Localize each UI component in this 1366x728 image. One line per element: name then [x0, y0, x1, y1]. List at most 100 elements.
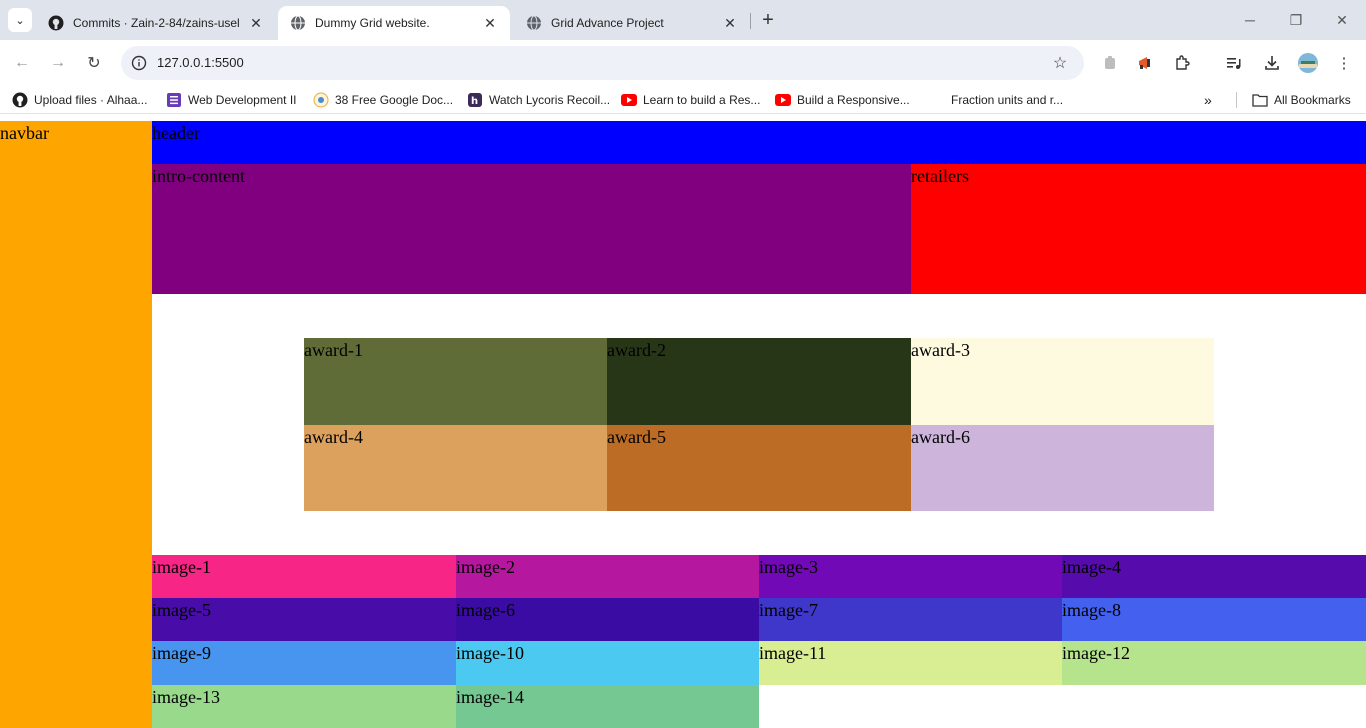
arrow-left-icon: ← [14, 54, 30, 71]
extensions-icon[interactable] [1170, 51, 1194, 75]
chevron-double-right-icon: » [1204, 92, 1212, 108]
intro-content: intro-content [152, 164, 911, 294]
bookmarks-bar: Upload files · Alhaa... Web Development … [0, 86, 1366, 114]
plus-icon: + [762, 8, 774, 31]
image-label: image-7 [759, 600, 818, 620]
award-label: award-3 [911, 340, 970, 360]
close-icon: ✕ [1336, 11, 1348, 28]
tab-title: Grid Advance Project [551, 16, 664, 30]
award-label: award-2 [607, 340, 666, 360]
chevron-down-icon: ⌄ [15, 14, 25, 27]
tab-search-button[interactable]: ⌄ [8, 8, 32, 32]
image-label: image-5 [152, 600, 211, 620]
award-cell: award-6 [911, 425, 1214, 511]
image-label: image-8 [1062, 600, 1121, 620]
award-cell: award-4 [304, 425, 607, 511]
close-window-button[interactable]: ✕ [1330, 8, 1354, 32]
svg-text:h: h [471, 96, 478, 107]
award-label: award-6 [911, 427, 970, 447]
new-tab-button[interactable]: + [756, 8, 780, 32]
star-icon[interactable]: ☆ [1050, 53, 1070, 73]
image-label: image-9 [152, 643, 211, 663]
all-bookmarks-button[interactable]: All Bookmarks [1252, 91, 1351, 109]
bookmark-item[interactable]: Learn to build a Res... [621, 91, 760, 109]
bookmark-label: Web Development II [188, 93, 297, 107]
url-text[interactable]: 127.0.0.1:5500 [157, 55, 244, 70]
bookmark-item[interactable]: Fraction units and r... [929, 91, 1063, 109]
image-cell: image-9 [152, 641, 456, 685]
toolbar: ← → ↻ 127.0.0.1:5500 ☆ ⋮ [0, 40, 1366, 86]
h-icon: h [467, 92, 483, 108]
avatar[interactable] [1296, 51, 1320, 75]
globe-icon [526, 15, 542, 31]
youtube-icon [621, 92, 637, 108]
megaphone-icon[interactable] [1134, 51, 1158, 75]
bookmarks-divider [1236, 92, 1237, 108]
folder-icon [1252, 92, 1268, 108]
header-label: header [152, 123, 200, 143]
image-cell: image-2 [456, 555, 759, 598]
minimize-button[interactable]: ─ [1238, 8, 1262, 32]
docs-icon [313, 92, 329, 108]
info-icon[interactable] [129, 53, 149, 73]
award-cell: award-5 [607, 425, 911, 511]
image-label: image-10 [456, 643, 524, 663]
bookmark-label: 38 Free Google Doc... [335, 93, 454, 107]
forward-button[interactable]: → [46, 51, 70, 75]
award-cell: award-2 [607, 338, 911, 425]
close-icon[interactable]: ✕ [482, 15, 498, 31]
download-icon[interactable] [1260, 51, 1284, 75]
tab-title: Commits · Zain-2-84/zains-usel [73, 16, 240, 30]
tab-divider [750, 13, 751, 29]
close-icon[interactable]: ✕ [722, 15, 738, 31]
image-label: image-12 [1062, 643, 1130, 663]
navbar-label: navbar [0, 123, 49, 143]
navbar: navbar [0, 121, 152, 728]
image-cell: image-6 [456, 598, 759, 641]
page-content: navbar header intro-content retailers aw… [0, 121, 1366, 728]
bookmarks-overflow-button[interactable]: » [1204, 91, 1212, 109]
extension-puzzle-grey-icon[interactable] [1098, 51, 1122, 75]
award-label: award-4 [304, 427, 363, 447]
bookmark-item[interactable]: 38 Free Google Doc... [313, 91, 453, 109]
bookmark-item[interactable]: Upload files · Alhaa... [12, 91, 147, 109]
bookmark-item[interactable]: h Watch Lycoris Recoil... [467, 91, 610, 109]
reload-button[interactable]: ↻ [82, 51, 106, 75]
globe-icon [290, 15, 306, 31]
address-bar[interactable]: 127.0.0.1:5500 ☆ [121, 46, 1084, 80]
restore-icon: ❐ [1289, 11, 1303, 28]
image-cell: image-7 [759, 598, 1062, 641]
image-cell: image-5 [152, 598, 456, 641]
image-label: image-2 [456, 557, 515, 577]
image-cell: image-11 [759, 641, 1062, 685]
tab-commits[interactable]: Commits · Zain-2-84/zains-usel ✕ [36, 6, 276, 40]
bookmark-label: Build a Responsive... [797, 93, 910, 107]
github-icon [12, 92, 28, 108]
tab-grid-advance[interactable]: Grid Advance Project ✕ [514, 6, 750, 40]
image-cell: image-12 [1062, 641, 1366, 685]
bookmark-label: Watch Lycoris Recoil... [489, 93, 611, 107]
award-label: award-5 [607, 427, 666, 447]
image-cell: image-1 [152, 555, 456, 598]
media-controls-icon[interactable] [1222, 51, 1246, 75]
minimize-icon: ─ [1245, 12, 1255, 28]
restore-button[interactable]: ❐ [1284, 8, 1308, 32]
close-icon[interactable]: ✕ [248, 15, 264, 31]
image-cell: image-3 [759, 555, 1062, 598]
back-button[interactable]: ← [10, 51, 34, 75]
arrow-right-icon: → [50, 54, 66, 71]
tab-dummy-grid[interactable]: Dummy Grid website. ✕ [278, 6, 510, 40]
award-label: award-1 [304, 340, 363, 360]
award-cell: award-3 [911, 338, 1214, 425]
bookmark-item[interactable]: Web Development II [166, 91, 297, 109]
image-cell: image-14 [456, 685, 759, 728]
retailers-label: retailers [911, 166, 969, 186]
all-bookmarks-label: All Bookmarks [1274, 93, 1351, 107]
bookmark-label: Learn to build a Res... [643, 93, 761, 107]
more-menu-icon[interactable]: ⋮ [1332, 51, 1356, 75]
retailers: retailers [911, 164, 1366, 294]
image-cell: image-4 [1062, 555, 1366, 598]
bookmark-item[interactable]: Build a Responsive... [775, 91, 910, 109]
blank-icon [929, 92, 945, 108]
image-label: image-11 [759, 643, 827, 663]
